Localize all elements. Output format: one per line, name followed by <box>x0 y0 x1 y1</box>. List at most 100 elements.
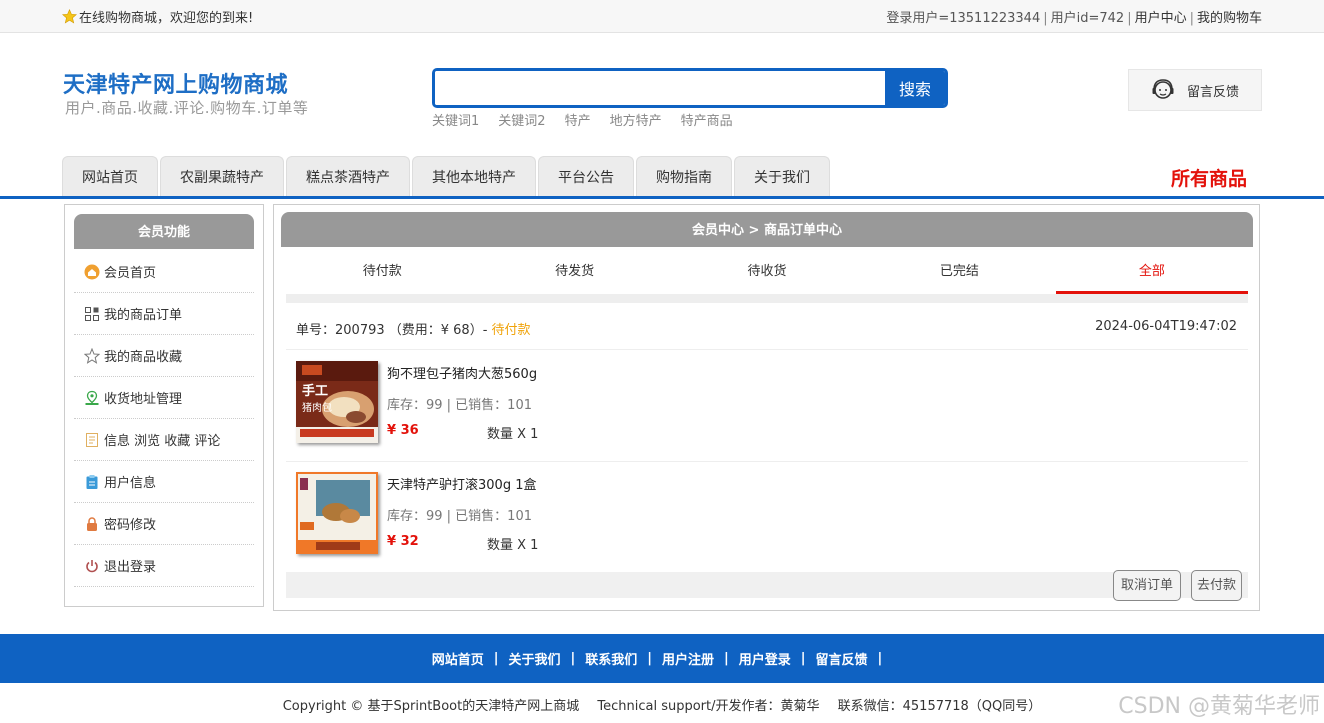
product-price: ¥ 32 <box>387 534 419 549</box>
product-quantity: 数量 X 1 <box>487 538 539 553</box>
top-bar: 在线购物商城，欢迎您的到来! 登录用户=13511223344 | 用户id=742… <box>0 0 1324 33</box>
svg-text:猪肉包: 猪肉包 <box>302 401 332 414</box>
tab-pending-payment[interactable]: 待付款 <box>286 254 478 294</box>
feedback-label: 留言反馈 <box>1187 84 1240 100</box>
customer-service-icon <box>1152 79 1174 99</box>
sidebar-item-label: 我的商品订单 <box>104 308 183 323</box>
clipboard-icon <box>86 474 98 489</box>
product-quantity: 数量 X 1 <box>487 427 539 442</box>
svg-text:手工: 手工 <box>302 383 328 399</box>
sidebar-item-info[interactable]: 信息 浏览 收藏 评论 <box>74 419 254 461</box>
order-center-panel: 会员中心 > 商品订单中心 待付款 待发货 待收货 已完结 全部 单号：2007… <box>273 204 1260 611</box>
sidebar-title: 会员功能 <box>74 214 254 249</box>
star-outline-icon <box>84 347 100 364</box>
sidebar-item-user-info[interactable]: 用户信息 <box>74 461 254 503</box>
hot-keywords: 关键词1 关键词2 特产 地方特产 特产商品 <box>432 110 733 129</box>
divider <box>286 349 1248 350</box>
sidebar-item-label: 收货地址管理 <box>104 392 183 407</box>
nav-divider <box>0 196 1324 199</box>
tab-pending-receipt[interactable]: 待收货 <box>671 254 863 294</box>
feedback-button[interactable]: 留言反馈 <box>1128 69 1262 111</box>
support-text: Technical support/开发作者：黄菊华 <box>597 699 820 714</box>
keyword-link[interactable]: 地方特产 <box>610 110 662 129</box>
search-button[interactable]: 搜索 <box>885 71 945 105</box>
tabs-divider <box>286 294 1248 303</box>
sidebar-item-label: 用户信息 <box>104 476 157 491</box>
order-status-tabs: 待付款 待发货 待收货 已完结 全部 <box>286 254 1249 294</box>
keyword-link[interactable]: 关键词1 <box>432 110 479 129</box>
nav-tab-home[interactable]: 网站首页 <box>62 156 158 197</box>
product-price: ¥ 36 <box>387 423 419 438</box>
all-goods-link[interactable]: 所有商品 <box>1171 164 1247 191</box>
footer-link-about[interactable]: 关于我们 <box>508 649 560 668</box>
order-status: 待付款 <box>491 323 531 338</box>
divider <box>286 461 1248 462</box>
sidebar-menu: 会员首页 我的商品订单 我的商品收藏 收货地址管理 信息 浏览 收藏 评论 用户… <box>74 251 254 587</box>
watermark: CSDN @黄菊华老师 <box>1118 694 1320 719</box>
user-links: 登录用户=13511223344 | 用户id=742 | 用户中心 | 我的购物车 <box>886 11 1262 26</box>
nav-tab-produce[interactable]: 农副果蔬特产 <box>160 156 284 197</box>
order-time: 2024-06-04T19:47:02 <box>1095 319 1237 334</box>
footer-link-register[interactable]: 用户注册 <box>662 649 714 668</box>
order-action-bar <box>286 572 1248 598</box>
cancel-order-button[interactable]: 取消订单 <box>1113 570 1181 601</box>
product-stock: 库存：99 | 已销售：101 <box>387 509 532 524</box>
sidebar-item-label: 退出登录 <box>104 560 157 575</box>
location-icon <box>85 390 99 405</box>
search-input[interactable] <box>435 71 885 105</box>
keyword-link[interactable]: 特产 <box>565 110 591 129</box>
sidebar-item-favorites[interactable]: 我的商品收藏 <box>74 335 254 377</box>
product-name[interactable]: 天津特产驴打滚300g 1盒 <box>387 474 536 493</box>
nav-tab-about[interactable]: 关于我们 <box>734 156 830 197</box>
site-title[interactable]: 天津特产网上购物商城 <box>63 67 288 99</box>
nav-tab-guide[interactable]: 购物指南 <box>636 156 732 197</box>
footer-link-feedback[interactable]: 留言反馈 <box>816 649 868 668</box>
nav-tab-notice[interactable]: 平台公告 <box>538 156 634 197</box>
main-nav: 网站首页 农副果蔬特产 糕点茶酒特产 其他本地特产 平台公告 购物指南 关于我们 <box>62 156 830 197</box>
pay-button[interactable]: 去付款 <box>1191 570 1242 601</box>
user-id: 用户id=742 <box>1050 11 1125 26</box>
home-icon <box>84 264 100 279</box>
sidebar-item-label: 密码修改 <box>104 518 157 533</box>
footer-nav: 网站首页 | 关于我们 | 联系我们 | 用户注册 | 用户登录 | 留言反馈 | <box>0 634 1324 683</box>
login-user: 登录用户=13511223344 <box>886 11 1041 26</box>
contact-text: 联系微信：45157718（QQ同号） <box>837 699 1042 714</box>
member-sidebar: 会员功能 会员首页 我的商品订单 我的商品收藏 收货地址管理 信息 浏览 收藏 … <box>64 204 264 607</box>
sidebar-item-password[interactable]: 密码修改 <box>74 503 254 545</box>
footer-link-contact[interactable]: 联系我们 <box>585 649 637 668</box>
nav-tab-pastry[interactable]: 糕点茶酒特产 <box>286 156 410 197</box>
breadcrumb: 会员中心 > 商品订单中心 <box>281 212 1253 247</box>
tab-completed[interactable]: 已完结 <box>863 254 1055 294</box>
keyword-link[interactable]: 关键词2 <box>498 110 545 129</box>
tab-all[interactable]: 全部 <box>1055 254 1249 294</box>
order-header: 单号：200793 （费用：¥ 68）- 待付款 <box>296 319 531 338</box>
order-item: 手工 猪肉包 狗不理包子猪肉大葱560g 库存：99 | 已销售：101 ¥ 3… <box>296 361 1196 451</box>
product-thumbnail[interactable] <box>296 472 378 554</box>
welcome-text: 在线购物商城，欢迎您的到来! <box>79 11 254 26</box>
search-box: 搜索 <box>432 68 948 108</box>
footer-link-home[interactable]: 网站首页 <box>432 649 484 668</box>
lock-icon <box>87 516 97 531</box>
sidebar-item-member-home[interactable]: 会员首页 <box>74 251 254 293</box>
sidebar-item-orders[interactable]: 我的商品订单 <box>74 293 254 335</box>
welcome-message: 在线购物商城，欢迎您的到来! <box>62 7 253 26</box>
product-name[interactable]: 狗不理包子猪肉大葱560g <box>387 363 537 382</box>
product-thumbnail[interactable]: 手工 猪肉包 <box>296 361 378 443</box>
cart-link[interactable]: 我的购物车 <box>1197 11 1262 26</box>
tab-pending-shipment[interactable]: 待发货 <box>478 254 670 294</box>
nav-tab-other[interactable]: 其他本地特产 <box>412 156 536 197</box>
grid-icon <box>85 306 99 321</box>
sidebar-item-label: 我的商品收藏 <box>104 350 183 365</box>
footer-link-login[interactable]: 用户登录 <box>739 649 791 668</box>
star-icon <box>62 9 77 24</box>
sidebar-item-logout[interactable]: 退出登录 <box>74 545 254 587</box>
keyword-link[interactable]: 特产商品 <box>681 110 733 129</box>
order-item: 天津特产驴打滚300g 1盒 库存：99 | 已销售：101 ¥ 32 数量 X… <box>296 472 1196 562</box>
product-stock: 库存：99 | 已销售：101 <box>387 398 532 413</box>
user-center-link[interactable]: 用户中心 <box>1135 11 1187 26</box>
sidebar-item-label: 信息 浏览 收藏 评论 <box>104 434 221 449</box>
sidebar-item-label: 会员首页 <box>104 266 157 281</box>
copyright-text: Copyright © 基于SprintBoot的天津特产网上商城 <box>282 699 580 714</box>
site-subtitle: 用户.商品.收藏.评论.购物车.订单等 <box>65 99 309 117</box>
sidebar-item-address[interactable]: 收货地址管理 <box>74 377 254 419</box>
